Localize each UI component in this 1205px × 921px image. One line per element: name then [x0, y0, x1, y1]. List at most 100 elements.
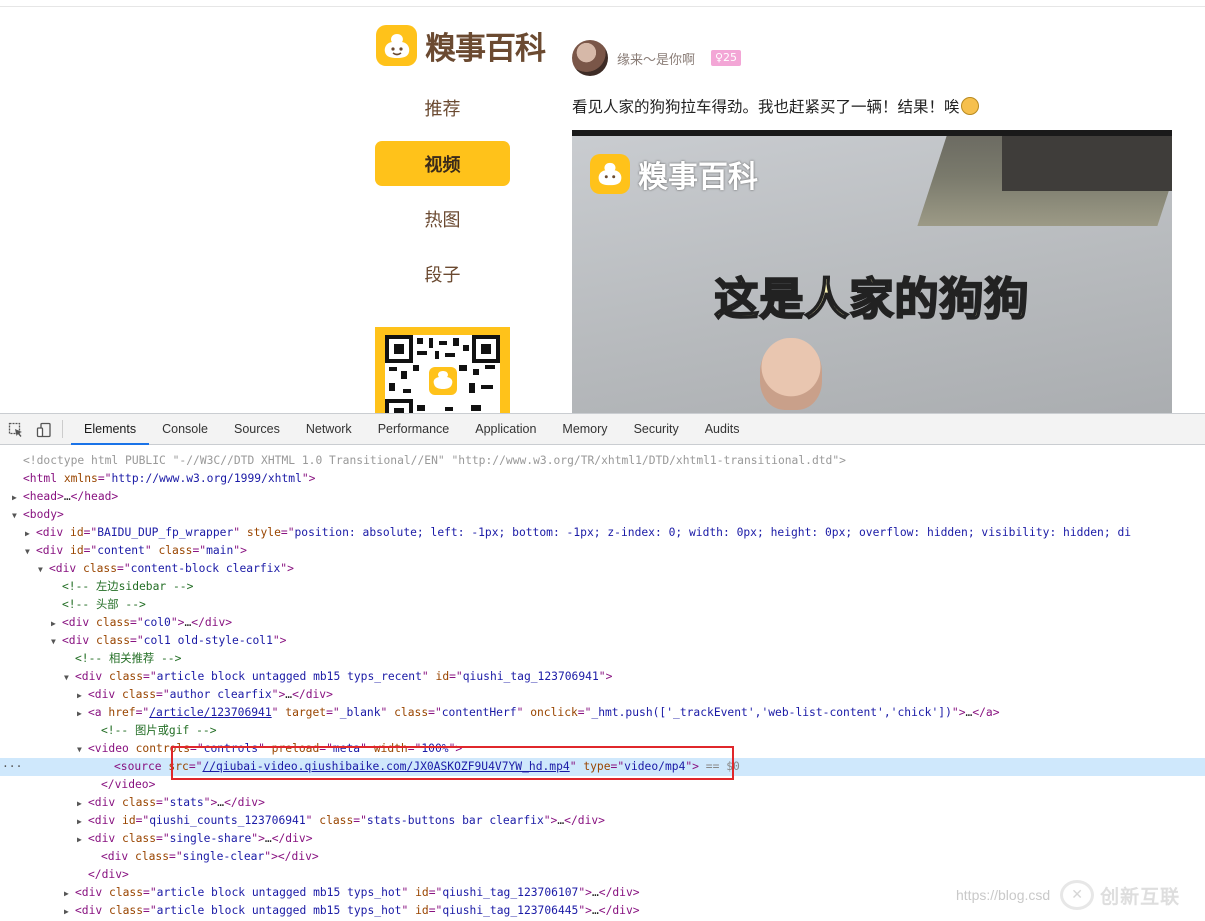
dom-node[interactable]: ▼ <div class="content-block clearfix"> — [0, 560, 1205, 578]
dom-node[interactable]: ▶ <div class="col0">…</div> — [0, 614, 1205, 632]
collapse-arrow-icon[interactable]: ▼ — [51, 633, 62, 650]
code-token: class — [122, 688, 157, 701]
expand-arrow-icon[interactable]: ▶ — [77, 687, 88, 704]
expand-arrow-icon[interactable]: ▶ — [25, 525, 36, 542]
code-token: class — [319, 814, 354, 827]
nav-item-recommend[interactable]: 推荐 — [375, 85, 510, 130]
qr-code[interactable] — [375, 327, 510, 413]
tab-audits[interactable]: Audits — [692, 414, 753, 444]
dom-node[interactable]: <!-- 头部 --> — [0, 596, 1205, 614]
code-token: =" — [135, 814, 150, 827]
tab-elements[interactable]: Elements — [71, 414, 150, 445]
code-token: "> — [685, 760, 699, 773]
dom-node[interactable]: ▶ <div class="single-share">…</div> — [0, 830, 1205, 848]
site-logo[interactable]: 糗事百科 — [376, 23, 546, 68]
expand-arrow-icon[interactable]: ▶ — [64, 903, 75, 920]
code-token: " — [401, 886, 416, 899]
tab-console[interactable]: Console — [149, 414, 221, 444]
collapse-arrow-icon[interactable]: ▼ — [38, 561, 49, 578]
code-token: http://www.w3.org/1999/xhtml — [111, 472, 302, 485]
tab-application[interactable]: Application — [462, 414, 549, 444]
code-token: </div> — [564, 814, 605, 827]
tab-security[interactable]: Security — [621, 414, 692, 444]
dom-node-selected[interactable]: ··· <source src="//qiubai-video.qiushibai… — [0, 758, 1205, 776]
code-token: <!-- 左边sidebar --> — [62, 580, 194, 593]
code-token: target — [285, 706, 327, 719]
tab-performance[interactable]: Performance — [365, 414, 463, 444]
code-token[interactable]: //qiubai-video.qiushibaike.com/JX0ASKOZF… — [202, 760, 569, 773]
toolbar-divider — [62, 420, 63, 438]
code-token: author clearfix — [169, 688, 272, 701]
tab-memory[interactable]: Memory — [549, 414, 620, 444]
bun-logo-icon — [376, 25, 417, 66]
expand-arrow-icon[interactable]: ▶ — [51, 615, 62, 632]
dom-node[interactable]: ▼ <div id="content" class="main"> — [0, 542, 1205, 560]
code-token: =" — [280, 526, 295, 539]
nav-item-jokes[interactable]: 段子 — [375, 251, 510, 296]
code-token: <div — [88, 832, 123, 845]
dom-node[interactable]: </video> — [0, 776, 1205, 794]
tab-sources[interactable]: Sources — [221, 414, 293, 444]
dom-node[interactable]: ▶ <div id="qiushi_counts_123706941" class… — [0, 812, 1205, 830]
dom-node[interactable]: ▶ <head>…</head> — [0, 488, 1205, 506]
dom-node[interactable]: <!doctype html PUBLIC "-//W3C//DTD XHTML… — [0, 452, 1205, 470]
code-token: qiushi_tag_123706941 — [462, 670, 599, 683]
dom-node[interactable]: <!-- 图片或gif --> — [0, 722, 1205, 740]
dom-node[interactable]: <html xmlns="http://www.w3.org/1999/xhtm… — [0, 470, 1205, 488]
code-token: <html — [23, 472, 64, 485]
expand-arrow-icon[interactable]: ▶ — [77, 795, 88, 812]
code-token: " — [233, 526, 247, 539]
expand-arrow-icon[interactable]: ▶ — [64, 885, 75, 902]
collapse-arrow-icon[interactable]: ▼ — [25, 543, 36, 560]
elements-dom-tree[interactable]: <!doctype html PUBLIC "-//W3C//DTD XHTML… — [0, 452, 1205, 920]
code-token: BAIDU_DUP_fp_wrapper — [97, 526, 234, 539]
collapse-arrow-icon[interactable]: ▼ — [12, 507, 23, 524]
node-actions-icon[interactable]: ··· — [2, 758, 22, 776]
code-token: col1 old-style-col1 — [143, 634, 273, 647]
dom-node[interactable]: ▼ <div class="col1 old-style-col1"> — [0, 632, 1205, 650]
dom-node[interactable]: <div class="single-clear"></div> — [0, 848, 1205, 866]
code-token: class — [122, 796, 157, 809]
author-avatar[interactable] — [572, 40, 608, 76]
code-token: <div — [88, 796, 123, 809]
nav-item-hot-pics[interactable]: 热图 — [375, 196, 510, 241]
code-token: main — [206, 544, 234, 557]
watermark-brand: 创新互联 — [1100, 885, 1181, 908]
code-token: "> — [578, 904, 592, 917]
code-token: =" — [135, 706, 150, 719]
code-token: =" — [449, 670, 463, 683]
video-player[interactable]: 糗事百科 这是人家的狗狗 — [572, 130, 1172, 413]
expand-arrow-icon[interactable]: ▶ — [77, 813, 88, 830]
inspect-element-icon[interactable] — [4, 414, 28, 445]
code-token: </div> — [277, 850, 319, 863]
dom-node[interactable]: ▼ <body> — [0, 506, 1205, 524]
tab-network[interactable]: Network — [293, 414, 365, 444]
dom-node[interactable]: ▶ <div class="author clearfix">…</div> — [0, 686, 1205, 704]
dom-node[interactable]: ▶ <div class="stats">…</div> — [0, 794, 1205, 812]
code-token: id — [415, 904, 429, 917]
dom-node[interactable]: <!-- 左边sidebar --> — [0, 578, 1205, 596]
code-token[interactable]: /article/123706941 — [149, 706, 271, 719]
device-toolbar-icon[interactable] — [32, 414, 56, 445]
expand-arrow-icon[interactable]: ▶ — [77, 705, 88, 722]
expand-arrow-icon[interactable]: ▶ — [12, 489, 23, 506]
dom-node[interactable]: <!-- 相关推荐 --> — [0, 650, 1205, 668]
dom-node[interactable]: ▼ <div class="article block untagged mb15… — [0, 668, 1205, 686]
dom-node[interactable]: ▼ <video controls="controls" preload="met… — [0, 740, 1205, 758]
collapse-arrow-icon[interactable]: ▼ — [64, 669, 75, 686]
dom-node[interactable]: ▶ <a href="/article/123706941" target="_b… — [0, 704, 1205, 722]
collapse-arrow-icon[interactable]: ▼ — [77, 741, 88, 758]
author-name[interactable]: 缘来～是你啊 — [617, 49, 695, 68]
code-token: =" — [169, 850, 183, 863]
code-token: "> — [264, 850, 278, 863]
code-token: single-clear — [182, 850, 265, 863]
dom-node[interactable]: ▶ <div id="BAIDU_DUP_fp_wrapper" style="p… — [0, 524, 1205, 542]
code-token: <div — [62, 634, 97, 647]
code-token: "> — [272, 634, 287, 647]
code-token: </video> — [101, 778, 156, 791]
expand-arrow-icon[interactable]: ▶ — [77, 831, 88, 848]
post-text[interactable]: 看见人家的狗狗拉车得劲。我也赶紧买了一辆！结果！唉 — [572, 95, 979, 117]
post-text-content: 看见人家的狗狗拉车得劲。我也赶紧买了一辆！结果！唉 — [572, 98, 960, 116]
code-token: … — [591, 904, 599, 917]
nav-item-video[interactable]: 视频 — [375, 141, 510, 186]
